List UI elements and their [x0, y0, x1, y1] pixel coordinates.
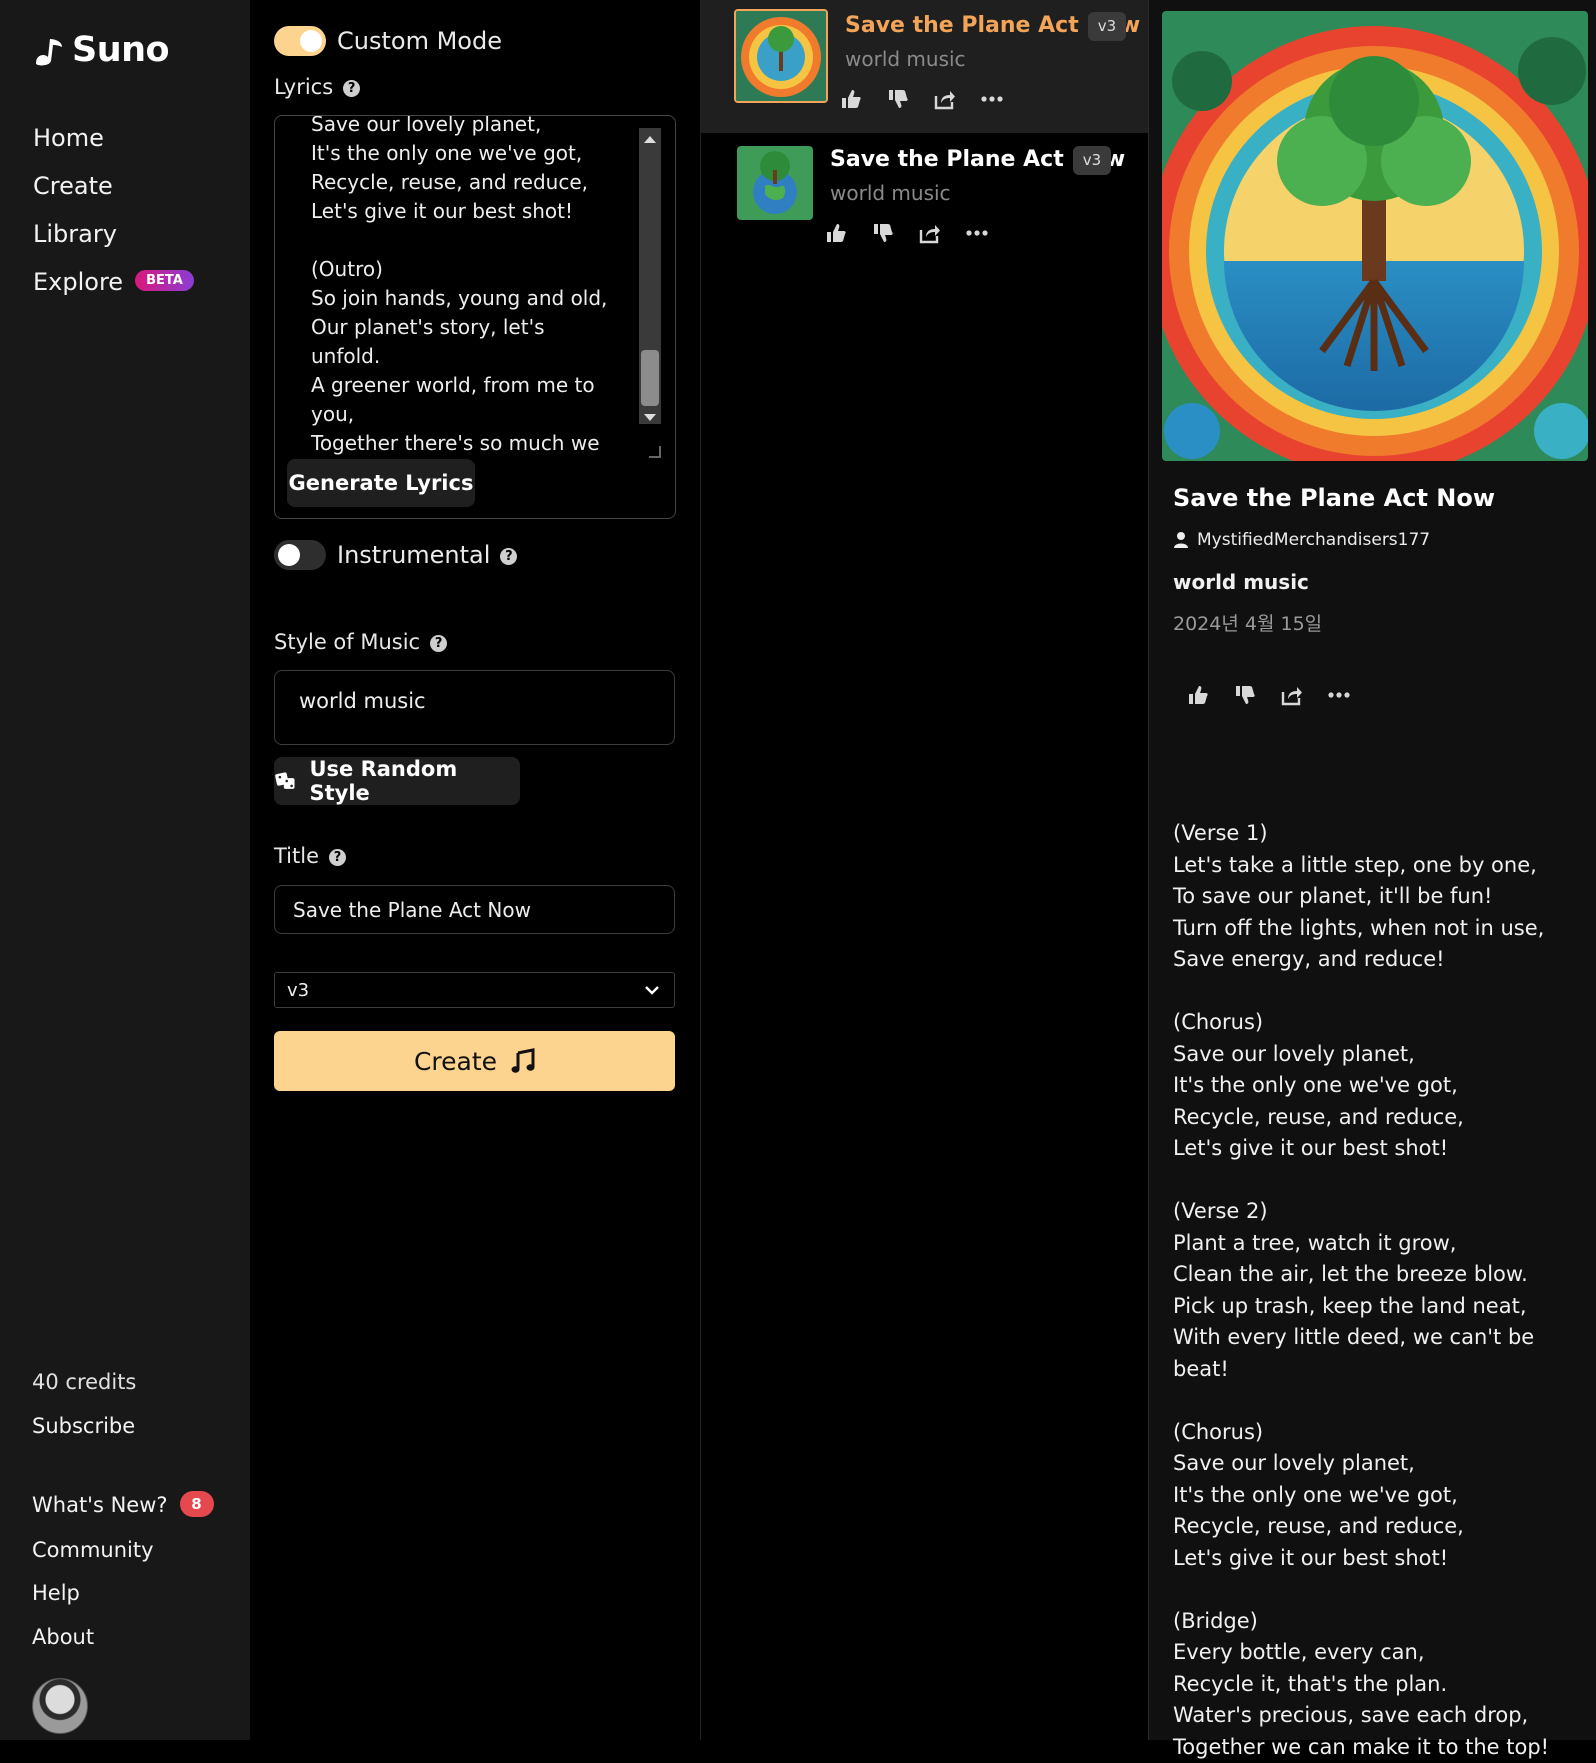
detail-author[interactable]: MystifiedMerchandisers177 [1173, 530, 1430, 550]
scroll-down-arrow[interactable] [644, 414, 656, 421]
title-label-row: Title? [274, 844, 347, 868]
cover-thumbnail-image [736, 11, 826, 101]
title-input[interactable]: Save the Plane Act Now [274, 885, 675, 934]
whats-new-badge: 8 [179, 1491, 214, 1517]
help-icon[interactable]: ? [343, 79, 361, 97]
song-thumbnail[interactable] [737, 146, 813, 220]
cover-art[interactable] [1162, 11, 1588, 461]
more-icon[interactable] [964, 220, 990, 246]
suno-logo-icon [36, 39, 62, 66]
whats-new-label: What's New? [32, 1493, 168, 1517]
help-icon[interactable]: ? [430, 634, 448, 652]
more-icon[interactable] [979, 86, 1005, 112]
detail-author-name: MystifiedMerchandisers177 [1197, 530, 1431, 550]
generate-lyrics-button[interactable]: Generate Lyrics [287, 459, 475, 507]
avatar[interactable] [32, 1678, 88, 1734]
instrumental-toggle[interactable] [274, 540, 326, 570]
lyrics-label: Lyrics [274, 75, 334, 99]
nav-create[interactable]: Create [33, 172, 113, 200]
style-label-row: Style of Music? [274, 630, 448, 654]
toggle-knob [278, 544, 300, 566]
thumbs-up-icon[interactable] [1185, 682, 1211, 708]
logo-text: Suno [72, 30, 170, 70]
version-tag: v3 [1073, 146, 1111, 175]
user-icon [1174, 532, 1188, 548]
help-icon[interactable]: ? [500, 547, 518, 565]
thumbs-up-icon[interactable] [838, 86, 864, 112]
song-row[interactable]: Save the Plane Act Now world music v3 [701, 133, 1149, 253]
use-random-style-label: Use Random Style [309, 757, 458, 805]
detail-title: Save the Plane Act Now [1173, 484, 1496, 512]
scroll-thumb[interactable] [641, 350, 659, 406]
custom-mode-toggle[interactable] [274, 26, 326, 56]
thumbs-up-icon[interactable] [823, 220, 849, 246]
help-icon[interactable]: ? [329, 848, 347, 866]
lyrics-label-row: Lyrics? [274, 75, 361, 99]
lyrics-scrollbar[interactable] [639, 128, 661, 424]
credits-count: 40 credits [32, 1370, 137, 1394]
song-style: world music [845, 47, 966, 71]
song-list: Save the Plane Act Now world music v3 Sa… [700, 0, 1149, 1740]
chevron-down-icon [645, 986, 659, 995]
nav-explore-label: Explore [33, 268, 124, 296]
music-note-icon [511, 1048, 535, 1073]
beta-badge: BETA [135, 269, 194, 291]
cover-thumbnail-image [737, 146, 813, 220]
toggle-knob [300, 30, 322, 52]
detail-lyrics: (Verse 1) Let's take a little step, one … [1173, 821, 1550, 1759]
version-select-value: v3 [287, 980, 310, 1001]
lyrics-textarea[interactable]: Save our lovely planet, It's the only on… [311, 116, 611, 487]
community-link[interactable]: Community [32, 1538, 154, 1562]
instrumental-label-row: Instrumental? [337, 541, 518, 569]
detail-style[interactable]: world music [1173, 570, 1309, 594]
title-label: Title [274, 844, 320, 868]
song-row[interactable]: Save the Plane Act Now world music v3 [701, 0, 1149, 133]
version-select[interactable]: v3 [274, 972, 675, 1008]
suno-logo[interactable]: Suno [32, 30, 170, 70]
use-random-style-button[interactable]: Use Random Style [274, 757, 520, 805]
share-icon[interactable] [917, 220, 943, 246]
dice-icon [275, 772, 295, 789]
create-button[interactable]: Create [274, 1031, 675, 1091]
detail-date: 2024년 4월 15일 [1173, 613, 1323, 635]
style-label: Style of Music [274, 630, 421, 654]
nav-home[interactable]: Home [33, 124, 104, 152]
instrumental-label: Instrumental [337, 541, 491, 569]
help-link[interactable]: Help [32, 1581, 80, 1605]
resize-handle[interactable] [649, 446, 661, 458]
nav-library[interactable]: Library [33, 220, 117, 248]
nav-explore[interactable]: Explore BETA [33, 268, 194, 296]
share-icon[interactable] [1279, 682, 1305, 708]
song-style: world music [830, 181, 951, 205]
version-tag: v3 [1088, 12, 1126, 41]
lyrics-box: Save our lovely planet, It's the only on… [274, 115, 676, 519]
sidebar: Suno Home Create Library Explore BETA 40 … [0, 0, 250, 1740]
share-icon[interactable] [932, 86, 958, 112]
thumbs-down-icon[interactable] [1232, 682, 1258, 708]
subscribe-link[interactable]: Subscribe [32, 1414, 135, 1438]
custom-mode-label: Custom Mode [337, 27, 502, 55]
create-button-label: Create [413, 1046, 498, 1076]
song-thumbnail[interactable] [734, 9, 828, 103]
about-link[interactable]: About [32, 1625, 94, 1649]
style-input[interactable]: world music [274, 670, 675, 745]
whats-new-link[interactable]: What's New? 8 [32, 1491, 214, 1519]
scroll-up-arrow[interactable] [644, 136, 656, 143]
thumbs-down-icon[interactable] [885, 86, 911, 112]
cover-art-image [1162, 11, 1588, 461]
more-icon[interactable] [1326, 682, 1352, 708]
thumbs-down-icon[interactable] [870, 220, 896, 246]
